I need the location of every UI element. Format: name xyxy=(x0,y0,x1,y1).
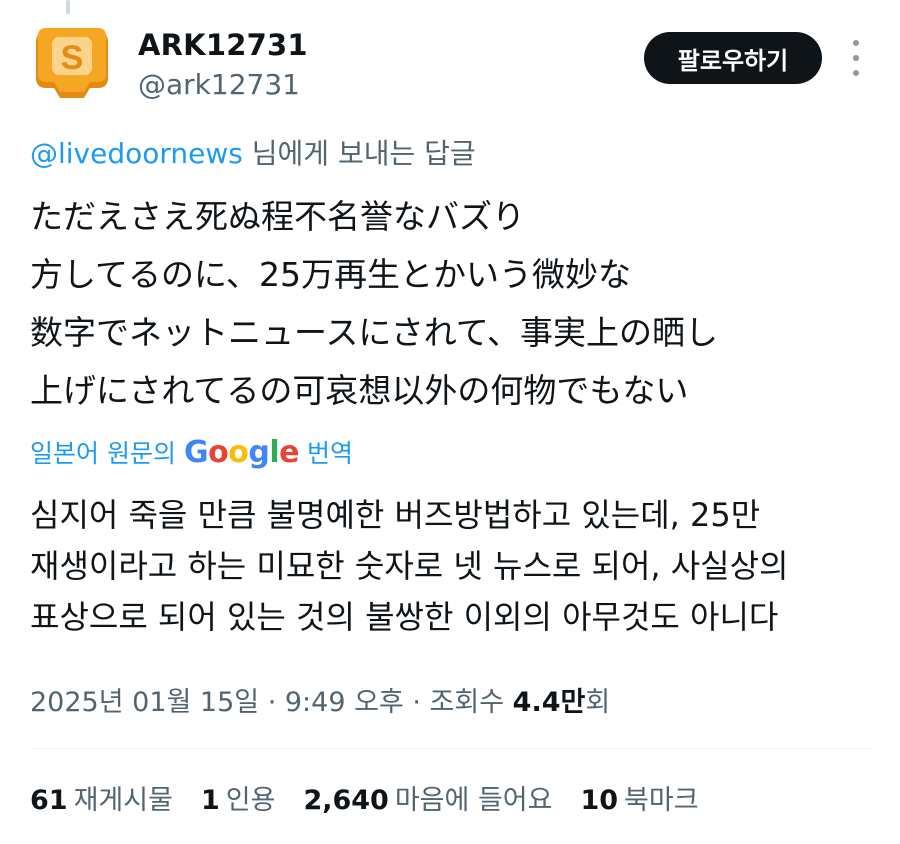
views-label: 조회수 xyxy=(429,687,505,718)
google-logo: Google xyxy=(183,434,300,470)
more-vertical-icon[interactable] xyxy=(844,40,868,76)
reposts-count: 61 xyxy=(30,785,68,816)
likes-label: 마음에 들어요 xyxy=(394,785,553,816)
translated-line: 심지어 죽을 만큼 불명예한 버즈방법하고 있는데, 25만 xyxy=(30,496,761,534)
tweet-line: 上げにされてるの可哀想以外の何物でもない xyxy=(30,371,689,410)
tweet-line: 方してるのに、25万再生とかいう微妙な xyxy=(30,255,632,294)
divider xyxy=(30,748,872,749)
tweet-header: S ARK12731 @ark12731 팔로우하기 xyxy=(32,22,872,112)
post-date[interactable]: 2025년 01월 15일 xyxy=(30,687,259,718)
translated-line: 재생이라고 하는 미묘한 숫자로 넷 뉴스로 되어, 사실상의 xyxy=(30,547,789,585)
tweet-meta: 2025년 01월 15일 · 9:49 오후 · 조회수 4.4만회 xyxy=(30,687,611,718)
views-count: 4.4만 xyxy=(512,687,586,718)
avatar[interactable]: S xyxy=(32,22,112,102)
bookmarks-count: 10 xyxy=(580,785,619,816)
reply-suffix: 님에게 보내는 답글 xyxy=(242,137,476,170)
quotes-label: 인용 xyxy=(225,785,276,816)
tweet-line: 数字でネットニュースにされて、事実上の晒し xyxy=(30,313,719,352)
post-time[interactable]: 9:49 오후 xyxy=(285,687,404,718)
thread-connector xyxy=(66,0,70,14)
follow-button[interactable]: 팔로우하기 xyxy=(644,32,822,84)
reposts-stat[interactable]: 61 재게시물 xyxy=(30,778,173,817)
reply-mention-link[interactable]: @livedoornews xyxy=(30,137,243,170)
engagement-stats: 61 재게시물 1 인용 2,640 마음에 들어요 10 북마크 xyxy=(30,778,727,817)
quotes-stat[interactable]: 1 인용 xyxy=(201,778,275,817)
translation-suffix: 번역 xyxy=(306,439,353,468)
user-handle[interactable]: @ark12731 xyxy=(138,68,300,101)
views-unit: 회 xyxy=(585,687,611,718)
bookmarks-stat[interactable]: 10 북마크 xyxy=(580,778,698,817)
translation-prefix: 일본어 원문의 xyxy=(30,439,176,468)
translation-attribution[interactable]: 일본어 원문의 Google 번역 xyxy=(30,434,353,470)
scratch-logo-icon: S xyxy=(36,28,108,98)
dot xyxy=(853,40,859,46)
dot xyxy=(853,55,859,61)
tweet-line: ただえさえ死ぬ程不名誉なバズり xyxy=(30,197,525,236)
translated-line: 표상으로 되어 있는 것의 불쌍한 이외의 아무것도 아니다 xyxy=(30,598,779,636)
quotes-count: 1 xyxy=(200,785,220,816)
likes-count: 2,640 xyxy=(303,785,389,816)
bookmarks-label: 북마크 xyxy=(624,785,699,816)
dot xyxy=(853,70,859,76)
reposts-label: 재게시물 xyxy=(73,785,173,816)
tweet-text: ただえさえ死ぬ程不名誉なバズり 方してるのに、25万再生とかいう微妙な 数字でネ… xyxy=(30,188,870,420)
likes-stat[interactable]: 2,640 마음에 들어요 xyxy=(303,778,552,817)
translated-text: 심지어 죽을 만큼 불명예한 버즈방법하고 있는데, 25만 재생이라고 하는 … xyxy=(30,490,870,643)
display-name[interactable]: ARK12731 xyxy=(138,28,308,62)
svg-text:S: S xyxy=(61,39,84,77)
reply-context: @livedoornews 님에게 보내는 답글 xyxy=(30,132,476,172)
